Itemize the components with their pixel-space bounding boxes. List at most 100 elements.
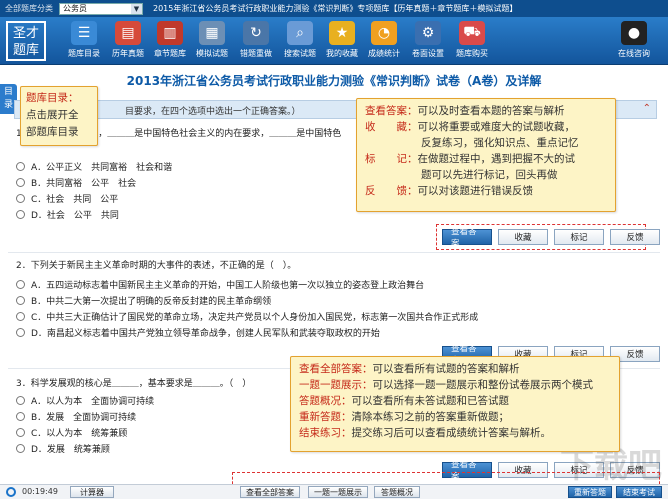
radio-icon[interactable] (16, 428, 25, 437)
radio-icon[interactable] (16, 296, 25, 305)
toolbar-star-button[interactable]: ★ 我的收藏 (320, 21, 364, 59)
callout-line: 反 馈：可以对该题进行错误反馈 (365, 183, 607, 199)
calculator-button[interactable]: 计算器 (70, 486, 114, 498)
radio-icon[interactable] (16, 210, 25, 219)
toolbar-label: 我的收藏 (326, 49, 358, 58)
callout-line: 题库目录： (26, 92, 79, 104)
toolbar-qq-button[interactable]: ● 在线咨询 (612, 21, 656, 59)
callout-text: 在做题过程中，遇到把握不大的试 (417, 153, 576, 165)
radio-icon[interactable] (16, 162, 25, 171)
callout-line: 部题库目录 (26, 126, 79, 138)
option-label: C．以人为本 统筹兼顾 (31, 429, 128, 439)
radio-icon[interactable] (16, 328, 25, 337)
option-2b[interactable]: B．中共二大第一次提出了明确的反帝反封建的民主革命纲领 (16, 294, 271, 307)
one-by-one-button[interactable]: 一题一题展示 (308, 486, 368, 498)
toolbar-redo-button[interactable]: ↻ 错题重做 (234, 21, 278, 59)
toolbar-label: 章节题库 (154, 49, 186, 58)
view-answer-button[interactable]: 查看答案 (442, 227, 492, 249)
top-strip: 全部题库分类 公务员 ▼ 2015年浙江省公务员考试行政职业能力测验《常识判断》… (0, 0, 668, 17)
overview-button[interactable]: 答题概况 (374, 486, 420, 498)
radio-icon[interactable] (16, 444, 25, 453)
toolbar-cart-button[interactable]: ⛟ 题库购买 (450, 21, 494, 59)
toolbar-label: 历年真题 (112, 49, 144, 58)
option-2d[interactable]: D．南昌起义标志着中国共产党独立领导革命战争，创建人民军队和武装夺取政权的开始 (16, 326, 380, 339)
timer: 00:19:49 (22, 487, 58, 496)
option-3b[interactable]: B．发展 全面协调可持续 (16, 410, 136, 423)
option-label: D．发展 统筹兼顾 (31, 445, 110, 455)
option-3a[interactable]: A．以人为本 全面协调可持续 (16, 394, 154, 407)
callout-key: 结束练习： (299, 427, 352, 439)
gear-icon: ⚙ (415, 21, 441, 45)
radio-icon[interactable] (16, 312, 25, 321)
option-label: A．以人为本 全面协调可持续 (31, 397, 155, 407)
callout-line: 标 记：在做题过程中，遇到把握不大的试 (365, 151, 607, 167)
option-label: B．共同富裕 公平 社会 (31, 179, 137, 189)
option-2a[interactable]: A．五四运动标志着中国新民主主义革命的开始，中国工人阶级也第一次以独立的姿态登上… (16, 278, 424, 291)
option-1a[interactable]: A．公平正义 共同富裕 社会和谐 (16, 160, 172, 173)
divider (8, 252, 660, 253)
restart-button[interactable]: 重新答题 (568, 486, 612, 498)
finish-exam-button[interactable]: 结束考试 (616, 486, 662, 498)
mark-button[interactable]: 标记 (554, 229, 604, 245)
bottom-tools-callout: 查看全部答案：可以查看所有试题的答案和解析 一题一题展示：可以选择一题一题展示和整… (290, 356, 620, 452)
clock-icon (6, 487, 16, 497)
bottom-bar: 00:19:49 计算器 查看全部答案 一题一题展示 答题概况 重新答题 结束考… (0, 484, 668, 499)
callout-line: 结束练习：提交练习后可以查看成绩统计答案与解析。 (299, 425, 611, 441)
favorite-button[interactable]: 收藏 (498, 229, 548, 245)
radio-icon[interactable] (16, 396, 25, 405)
callout-line: 反复练习，强化知识点、重点记忆 (365, 135, 607, 151)
bank-title: 2015年浙江省公务员考试行政职业能力测验《常识判断》专项题库【历年真题＋章节题… (153, 4, 518, 13)
toolbar-gear-button[interactable]: ⚙ 卷面设置 (406, 21, 450, 59)
logo-line-1: 圣才 (12, 26, 39, 41)
option-2c[interactable]: C．中共三大正确估计了国民党的革命立场，决定共产党员以个人身份加入国民党，标志第… (16, 310, 478, 323)
main-toolbar: 圣才 题库 ☰ 题库目录 ▤ 历年真题 ▥ 章节题库 ▦ 模拟试题 ↻ 错题重做 ⌕ 搜索试题 ★ 我的收… (0, 17, 668, 65)
toolbar-label: 模拟试题 (196, 49, 228, 58)
toolbar-label: 在线咨询 (618, 49, 650, 58)
option-1b[interactable]: B．共同富裕 公平 社会 (16, 176, 136, 189)
option-label: D．南昌起义标志着中国共产党独立领导革命战争，创建人民军队和武装夺取政权的开始 (31, 329, 380, 339)
feedback-button[interactable]: 反馈 (610, 229, 660, 245)
callout-text: 可以及时查看本题的答案与解析 (417, 105, 565, 117)
option-label: A．公平正义 共同富裕 社会和谐 (31, 163, 173, 173)
radio-icon[interactable] (16, 178, 25, 187)
option-3d[interactable]: D．发展 统筹兼顾 (16, 442, 110, 455)
app-logo: 圣才 题库 (6, 21, 46, 61)
callout-key: 答题概况： (299, 395, 352, 407)
toolbar-label: 题库目录 (68, 49, 100, 58)
chevron-down-icon[interactable]: ▼ (131, 3, 142, 14)
callout-key: 反 馈： (365, 185, 418, 197)
radio-icon[interactable] (16, 194, 25, 203)
view-all-answers-button[interactable]: 查看全部答案 (240, 486, 300, 498)
callout-line: 收 藏：可以将重要或难度大的试题收藏， (365, 119, 607, 135)
cart-icon: ⛟ (459, 21, 485, 45)
bank-label: 全部题库分类 (5, 4, 53, 13)
toolbar-document-button[interactable]: ▦ 模拟试题 (190, 21, 234, 59)
star-icon: ★ (329, 21, 355, 45)
callout-line: 查看全部答案：可以查看所有试题的答案和解析 (299, 361, 611, 377)
toolbar-label: 卷面设置 (412, 49, 444, 58)
question-1-actions: 查看答案 收藏 标记 反馈 (442, 227, 660, 249)
collapse-icon[interactable]: ⌃ (643, 103, 651, 114)
toolbar-book-button[interactable]: ▤ 历年真题 (106, 21, 150, 59)
radio-icon[interactable] (16, 280, 25, 289)
redo-icon: ↻ (243, 21, 269, 45)
option-label: A．五四运动标志着中国新民主主义革命的开始，中国工人阶级也第一次以独立的姿态登上… (31, 281, 425, 291)
callout-line: 题可以先进行标记，回头再做 (365, 167, 607, 183)
option-label: C．社会 共同 公平 (31, 195, 119, 205)
option-3c[interactable]: C．以人为本 统筹兼顾 (16, 426, 127, 439)
radio-icon[interactable] (16, 412, 25, 421)
callout-line: 点击展开全 (26, 109, 79, 121)
callout-line: 一题一题展示：可以选择一题一题展示和整份试卷展示两个模式 (299, 377, 611, 393)
bank-select[interactable]: 公务员 ▼ (59, 2, 143, 15)
bank-select-value: 公务员 (63, 4, 87, 13)
callout-text: 可以对该题进行错误反馈 (417, 185, 534, 197)
callout-text: 清除本练习之前的答案重新做题； (351, 411, 510, 423)
toolbar-book-stack-button[interactable]: ▥ 章节题库 (148, 21, 192, 59)
option-1c[interactable]: C．社会 共同 公平 (16, 192, 118, 205)
toolbar-list-button[interactable]: ☰ 题库目录 (62, 21, 106, 59)
toolbar-search-button[interactable]: ⌕ 搜索试题 (278, 21, 322, 59)
toolbar-chart-button[interactable]: ◔ 成绩统计 (362, 21, 406, 59)
option-1d[interactable]: D．社会 公平 共同 (16, 208, 119, 221)
toolbar-label: 搜索试题 (284, 49, 316, 58)
chart-icon: ◔ (371, 21, 397, 45)
